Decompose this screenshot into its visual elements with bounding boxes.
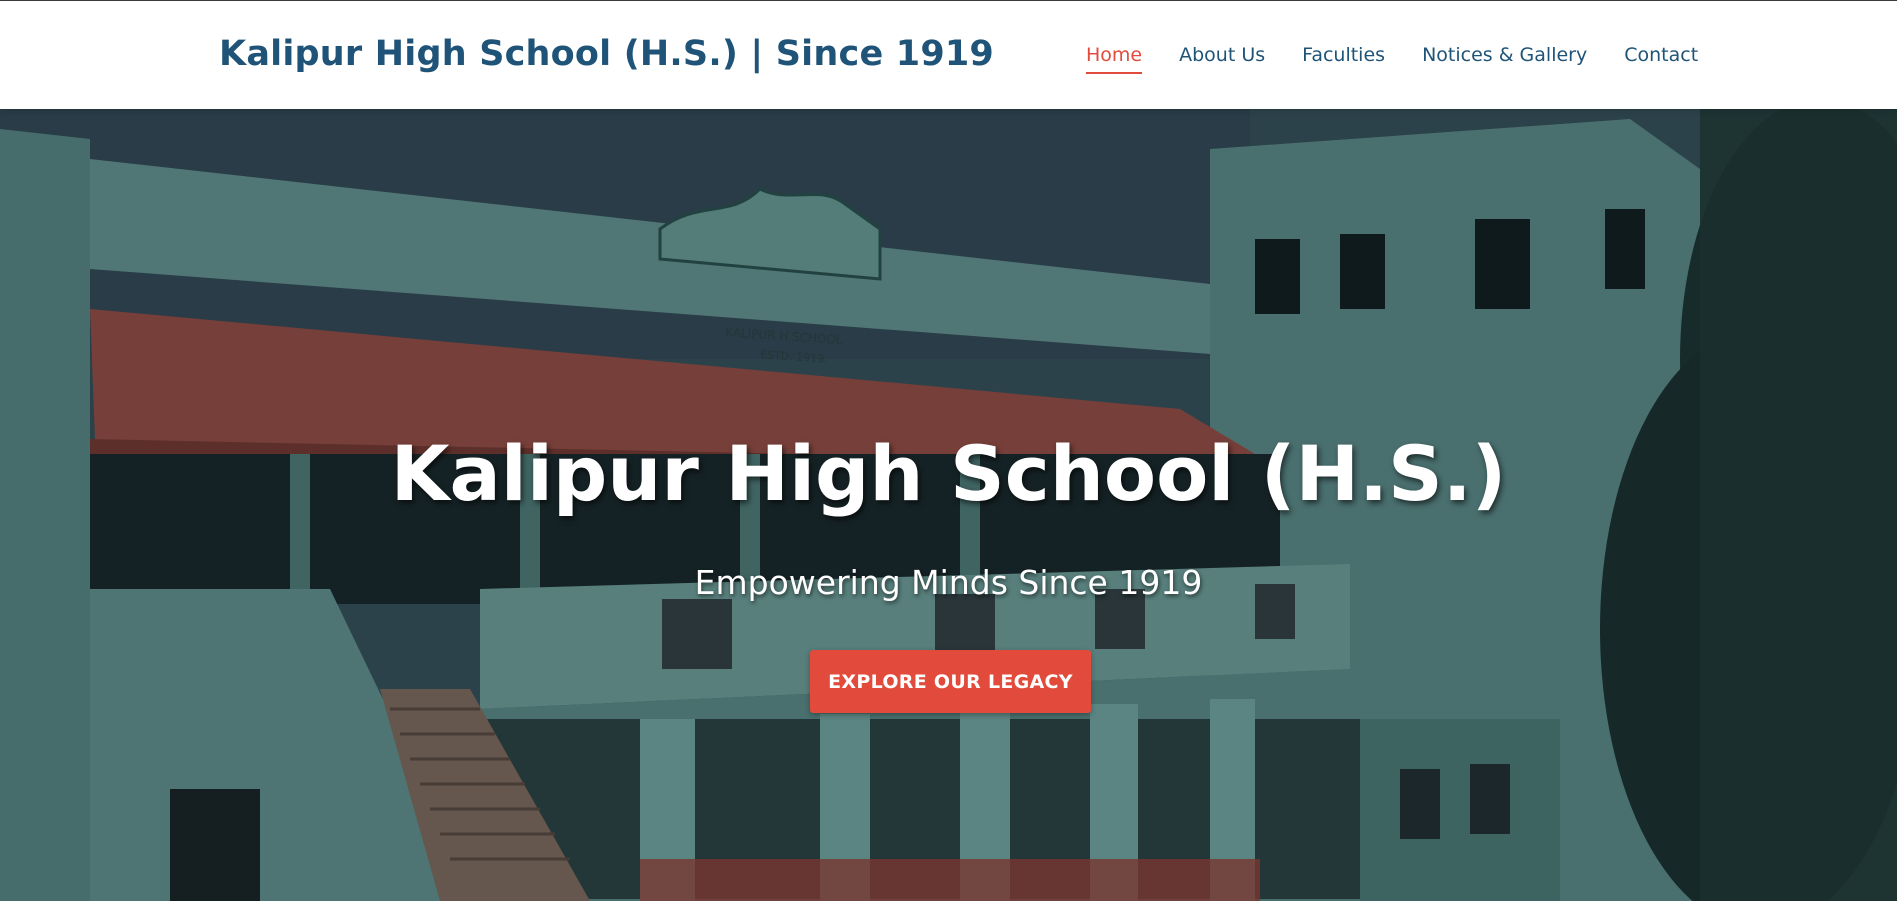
nav-about-us-link[interactable]: About Us [1179, 44, 1265, 66]
nav-faculties-link[interactable]: Faculties [1302, 44, 1385, 66]
nav-contact-link[interactable]: Contact [1624, 44, 1698, 66]
nav-notices-gallery-link[interactable]: Notices & Gallery [1422, 44, 1587, 66]
hero-title: Kalipur High School (H.S.) [390, 429, 1507, 518]
site-brand-title[interactable]: Kalipur High School (H.S.) | Since 1919 [219, 34, 994, 74]
nav-home-link[interactable]: Home [1086, 44, 1143, 74]
site-header: Kalipur High School (H.S.) | Since 1919 … [0, 0, 1897, 109]
hero-section: KALIPUR H.SCHOOL ESTD. 1919. Kalipur Hig… [0, 109, 1897, 901]
explore-our-legacy-button[interactable]: EXPLORE OUR LEGACY [810, 650, 1091, 713]
main-navigation: Home About Us Faculties Notices & Galler… [1086, 44, 1698, 74]
hero-subtitle: Empowering Minds Since 1919 [694, 563, 1203, 602]
